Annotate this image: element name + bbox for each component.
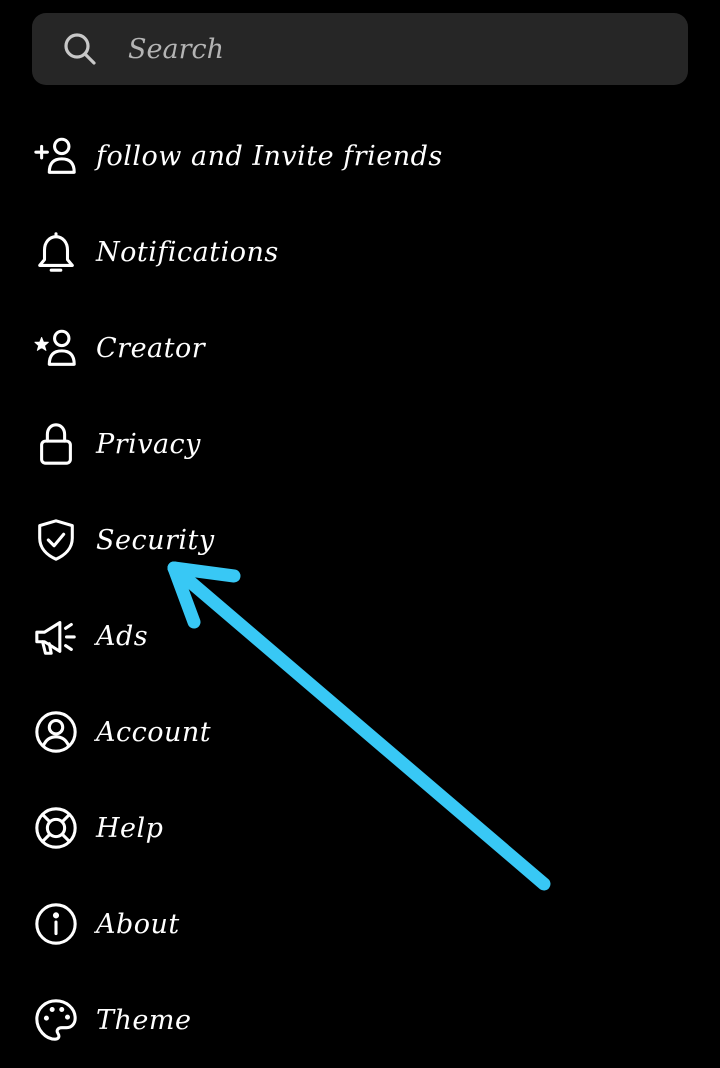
menu-item-ads[interactable]: Ads: [0, 588, 720, 684]
menu-item-follow-invite[interactable]: follow and Invite friends: [0, 108, 720, 204]
menu-item-label: Theme: [96, 1004, 192, 1036]
search-bar[interactable]: [32, 13, 688, 85]
menu-item-privacy[interactable]: Privacy: [0, 396, 720, 492]
palette-icon: [32, 996, 80, 1044]
menu-item-theme[interactable]: Theme: [0, 972, 720, 1068]
menu-item-label: Security: [96, 524, 215, 556]
lifebuoy-icon: [32, 804, 80, 852]
menu-item-label: Notifications: [96, 236, 279, 268]
menu-item-label: Privacy: [96, 428, 201, 460]
lock-icon: [32, 420, 80, 468]
star-person-icon: [32, 324, 80, 372]
add-person-icon: [32, 132, 80, 180]
menu-item-security[interactable]: Security: [0, 492, 720, 588]
menu-item-label: Help: [96, 812, 164, 844]
megaphone-icon: [32, 612, 80, 660]
menu-item-label: About: [96, 908, 180, 940]
menu-item-help[interactable]: Help: [0, 780, 720, 876]
menu-item-about[interactable]: About: [0, 876, 720, 972]
menu-item-label: follow and Invite friends: [96, 140, 443, 172]
menu-item-notifications[interactable]: Notifications: [0, 204, 720, 300]
menu-item-creator[interactable]: Creator: [0, 300, 720, 396]
settings-menu: follow and Invite friends Notifications …: [0, 108, 720, 1068]
account-circle-icon: [32, 708, 80, 756]
search-icon: [64, 33, 96, 65]
menu-item-label: Account: [96, 716, 212, 748]
menu-item-label: Ads: [96, 620, 149, 652]
menu-item-account[interactable]: Account: [0, 684, 720, 780]
info-icon: [32, 900, 80, 948]
bell-icon: [32, 228, 80, 276]
menu-item-label: Creator: [96, 332, 206, 364]
search-input[interactable]: [128, 33, 648, 65]
shield-check-icon: [32, 516, 80, 564]
